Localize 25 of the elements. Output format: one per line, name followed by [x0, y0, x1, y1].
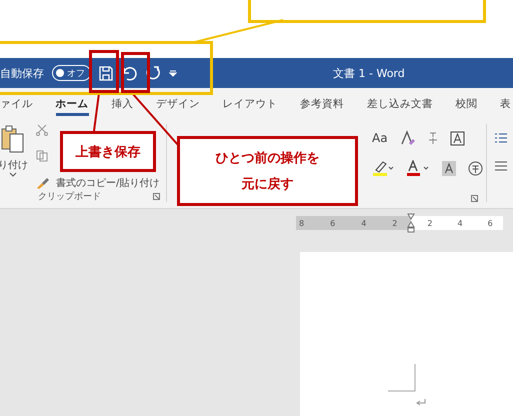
ruler-number: 6 — [488, 218, 493, 228]
autosave-label: 自動保存 — [0, 66, 44, 80]
ribbon-tab[interactable]: レイアウト — [222, 97, 278, 116]
group-label: クリップボード — [38, 190, 101, 203]
ribbon-tab[interactable]: 挿入 — [111, 97, 134, 116]
ribbon-tab[interactable]: ァイル — [0, 97, 33, 116]
format-painter-button[interactable]: 書式のコピー/貼り付け — [56, 176, 160, 190]
autosave-toggle[interactable]: オフ — [52, 65, 91, 81]
change-case-button[interactable]: Aa — [372, 131, 388, 145]
ribbon-tab[interactable]: 差し込み文書 — [366, 97, 433, 116]
callout-text: ひとつ前の操作を — [216, 150, 320, 167]
ruler-number: 8 — [299, 218, 304, 228]
ruler-number: 2 — [427, 218, 432, 228]
window-title: 文書 1 - Word — [333, 66, 405, 80]
ruler-number: 6 — [330, 218, 336, 228]
ribbon-tab[interactable]: 校閲 — [455, 97, 478, 116]
ribbon-tab[interactable]: 表 — [500, 97, 511, 116]
callout-text: 元に戻す — [242, 176, 294, 193]
ruler-number: 2 — [392, 218, 398, 228]
ribbon-tab[interactable]: デザイン — [156, 97, 200, 116]
ribbon-tab[interactable]: 参考資料 — [300, 97, 344, 116]
paste-label[interactable]: り付け — [0, 158, 28, 172]
ruler-number: 4 — [361, 218, 366, 228]
callout-text: 上書き保存 — [76, 144, 140, 160]
ruler-number: 4 — [457, 218, 463, 228]
